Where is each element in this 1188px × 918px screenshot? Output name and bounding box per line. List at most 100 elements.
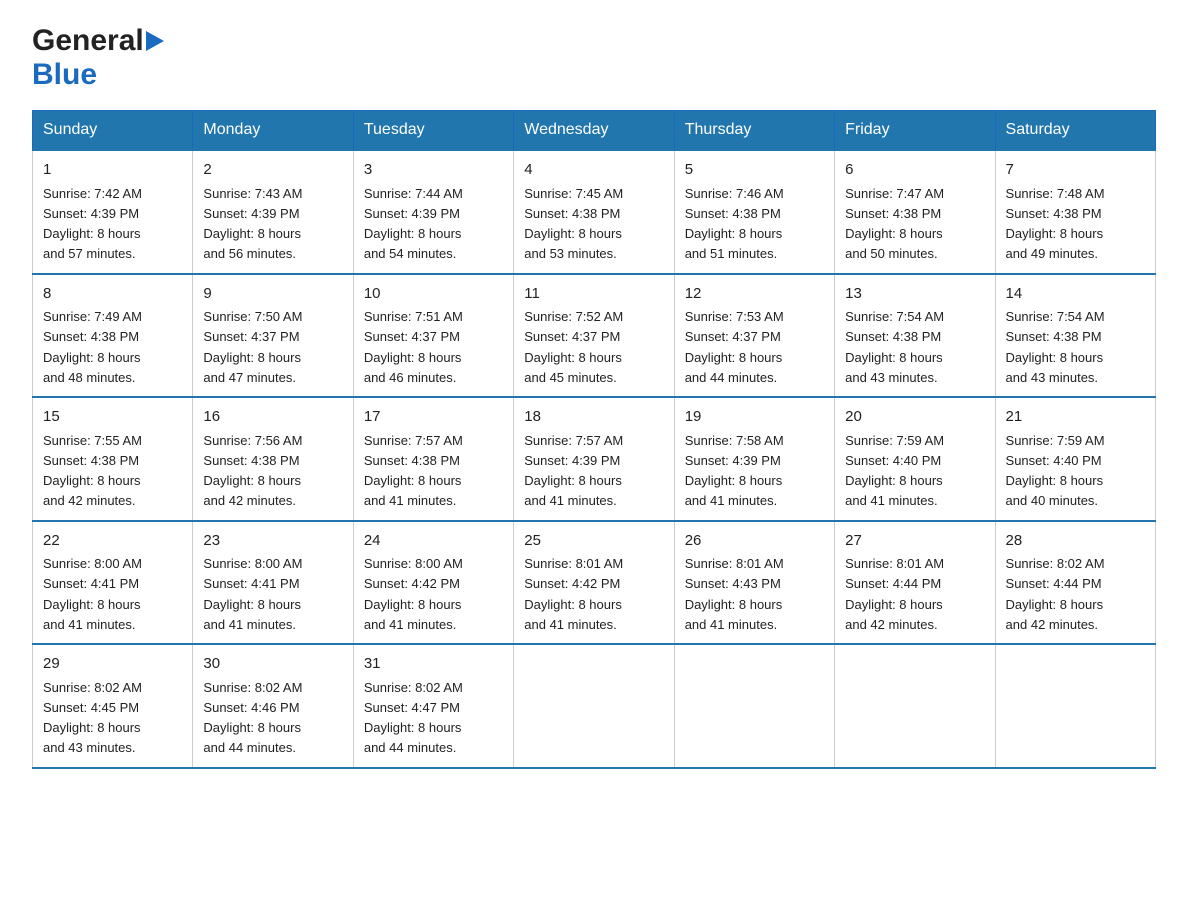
- calendar-cell: 18 Sunrise: 7:57 AMSunset: 4:39 PMDaylig…: [514, 397, 674, 521]
- day-number: 9: [203, 283, 342, 306]
- day-info: Sunrise: 8:00 AMSunset: 4:41 PMDaylight:…: [203, 556, 302, 632]
- calendar-cell: 22 Sunrise: 8:00 AMSunset: 4:41 PMDaylig…: [33, 521, 193, 645]
- day-number: 7: [1006, 159, 1145, 182]
- day-info: Sunrise: 7:42 AMSunset: 4:39 PMDaylight:…: [43, 186, 142, 262]
- day-number: 2: [203, 159, 342, 182]
- calendar-cell: 28 Sunrise: 8:02 AMSunset: 4:44 PMDaylig…: [995, 521, 1155, 645]
- day-info: Sunrise: 8:02 AMSunset: 4:46 PMDaylight:…: [203, 680, 302, 756]
- day-number: 20: [845, 406, 984, 429]
- calendar-cell: 23 Sunrise: 8:00 AMSunset: 4:41 PMDaylig…: [193, 521, 353, 645]
- day-info: Sunrise: 8:02 AMSunset: 4:44 PMDaylight:…: [1006, 556, 1105, 632]
- col-header-monday: Monday: [193, 111, 353, 151]
- day-info: Sunrise: 7:54 AMSunset: 4:38 PMDaylight:…: [845, 309, 944, 385]
- calendar-cell: [995, 644, 1155, 768]
- day-number: 4: [524, 159, 663, 182]
- day-info: Sunrise: 8:02 AMSunset: 4:45 PMDaylight:…: [43, 680, 142, 756]
- day-info: Sunrise: 7:55 AMSunset: 4:38 PMDaylight:…: [43, 433, 142, 509]
- calendar-cell: 26 Sunrise: 8:01 AMSunset: 4:43 PMDaylig…: [674, 521, 834, 645]
- calendar-week-row: 1 Sunrise: 7:42 AMSunset: 4:39 PMDayligh…: [33, 150, 1156, 274]
- day-number: 10: [364, 283, 503, 306]
- day-info: Sunrise: 7:46 AMSunset: 4:38 PMDaylight:…: [685, 186, 784, 262]
- calendar-table: SundayMondayTuesdayWednesdayThursdayFrid…: [32, 110, 1156, 769]
- day-number: 18: [524, 406, 663, 429]
- day-number: 5: [685, 159, 824, 182]
- calendar-cell: 25 Sunrise: 8:01 AMSunset: 4:42 PMDaylig…: [514, 521, 674, 645]
- day-info: Sunrise: 7:50 AMSunset: 4:37 PMDaylight:…: [203, 309, 302, 385]
- calendar-cell: 12 Sunrise: 7:53 AMSunset: 4:37 PMDaylig…: [674, 274, 834, 398]
- logo-blue-text: Blue: [32, 58, 97, 91]
- calendar-cell: [514, 644, 674, 768]
- calendar-cell: 16 Sunrise: 7:56 AMSunset: 4:38 PMDaylig…: [193, 397, 353, 521]
- calendar-cell: 7 Sunrise: 7:48 AMSunset: 4:38 PMDayligh…: [995, 150, 1155, 274]
- day-info: Sunrise: 8:00 AMSunset: 4:41 PMDaylight:…: [43, 556, 142, 632]
- day-info: Sunrise: 7:45 AMSunset: 4:38 PMDaylight:…: [524, 186, 623, 262]
- day-info: Sunrise: 8:01 AMSunset: 4:43 PMDaylight:…: [685, 556, 784, 632]
- day-number: 8: [43, 283, 182, 306]
- page-header: General Blue: [32, 24, 1156, 92]
- day-number: 30: [203, 653, 342, 676]
- day-info: Sunrise: 8:02 AMSunset: 4:47 PMDaylight:…: [364, 680, 463, 756]
- day-info: Sunrise: 7:49 AMSunset: 4:38 PMDaylight:…: [43, 309, 142, 385]
- calendar-week-row: 15 Sunrise: 7:55 AMSunset: 4:38 PMDaylig…: [33, 397, 1156, 521]
- calendar-cell: 31 Sunrise: 8:02 AMSunset: 4:47 PMDaylig…: [353, 644, 513, 768]
- day-info: Sunrise: 7:57 AMSunset: 4:39 PMDaylight:…: [524, 433, 623, 509]
- day-info: Sunrise: 8:00 AMSunset: 4:42 PMDaylight:…: [364, 556, 463, 632]
- col-header-thursday: Thursday: [674, 111, 834, 151]
- col-header-tuesday: Tuesday: [353, 111, 513, 151]
- day-number: 3: [364, 159, 503, 182]
- calendar-cell: 13 Sunrise: 7:54 AMSunset: 4:38 PMDaylig…: [835, 274, 995, 398]
- calendar-cell: 17 Sunrise: 7:57 AMSunset: 4:38 PMDaylig…: [353, 397, 513, 521]
- calendar-cell: 14 Sunrise: 7:54 AMSunset: 4:38 PMDaylig…: [995, 274, 1155, 398]
- calendar-cell: 20 Sunrise: 7:59 AMSunset: 4:40 PMDaylig…: [835, 397, 995, 521]
- calendar-cell: [674, 644, 834, 768]
- col-header-wednesday: Wednesday: [514, 111, 674, 151]
- calendar-cell: 6 Sunrise: 7:47 AMSunset: 4:38 PMDayligh…: [835, 150, 995, 274]
- day-number: 13: [845, 283, 984, 306]
- logo: General Blue: [32, 24, 164, 92]
- day-info: Sunrise: 7:53 AMSunset: 4:37 PMDaylight:…: [685, 309, 784, 385]
- day-info: Sunrise: 7:58 AMSunset: 4:39 PMDaylight:…: [685, 433, 784, 509]
- calendar-cell: 27 Sunrise: 8:01 AMSunset: 4:44 PMDaylig…: [835, 521, 995, 645]
- day-info: Sunrise: 7:44 AMSunset: 4:39 PMDaylight:…: [364, 186, 463, 262]
- calendar-cell: 8 Sunrise: 7:49 AMSunset: 4:38 PMDayligh…: [33, 274, 193, 398]
- col-header-sunday: Sunday: [33, 111, 193, 151]
- col-header-saturday: Saturday: [995, 111, 1155, 151]
- calendar-cell: 5 Sunrise: 7:46 AMSunset: 4:38 PMDayligh…: [674, 150, 834, 274]
- calendar-cell: 3 Sunrise: 7:44 AMSunset: 4:39 PMDayligh…: [353, 150, 513, 274]
- calendar-cell: 29 Sunrise: 8:02 AMSunset: 4:45 PMDaylig…: [33, 644, 193, 768]
- logo-arrow-icon: [146, 31, 164, 51]
- day-number: 15: [43, 406, 182, 429]
- day-info: Sunrise: 8:01 AMSunset: 4:42 PMDaylight:…: [524, 556, 623, 632]
- day-info: Sunrise: 7:43 AMSunset: 4:39 PMDaylight:…: [203, 186, 302, 262]
- calendar-cell: 2 Sunrise: 7:43 AMSunset: 4:39 PMDayligh…: [193, 150, 353, 274]
- calendar-cell: 1 Sunrise: 7:42 AMSunset: 4:39 PMDayligh…: [33, 150, 193, 274]
- calendar-cell: 24 Sunrise: 8:00 AMSunset: 4:42 PMDaylig…: [353, 521, 513, 645]
- calendar-cell: 30 Sunrise: 8:02 AMSunset: 4:46 PMDaylig…: [193, 644, 353, 768]
- day-number: 24: [364, 530, 503, 553]
- day-info: Sunrise: 7:59 AMSunset: 4:40 PMDaylight:…: [845, 433, 944, 509]
- day-info: Sunrise: 7:54 AMSunset: 4:38 PMDaylight:…: [1006, 309, 1105, 385]
- calendar-cell: 21 Sunrise: 7:59 AMSunset: 4:40 PMDaylig…: [995, 397, 1155, 521]
- day-number: 1: [43, 159, 182, 182]
- day-number: 22: [43, 530, 182, 553]
- calendar-cell: 11 Sunrise: 7:52 AMSunset: 4:37 PMDaylig…: [514, 274, 674, 398]
- day-number: 29: [43, 653, 182, 676]
- day-info: Sunrise: 7:52 AMSunset: 4:37 PMDaylight:…: [524, 309, 623, 385]
- calendar-cell: 19 Sunrise: 7:58 AMSunset: 4:39 PMDaylig…: [674, 397, 834, 521]
- calendar-cell: 9 Sunrise: 7:50 AMSunset: 4:37 PMDayligh…: [193, 274, 353, 398]
- day-number: 17: [364, 406, 503, 429]
- calendar-week-row: 8 Sunrise: 7:49 AMSunset: 4:38 PMDayligh…: [33, 274, 1156, 398]
- calendar-cell: [835, 644, 995, 768]
- day-info: Sunrise: 7:59 AMSunset: 4:40 PMDaylight:…: [1006, 433, 1105, 509]
- calendar-cell: 15 Sunrise: 7:55 AMSunset: 4:38 PMDaylig…: [33, 397, 193, 521]
- day-info: Sunrise: 8:01 AMSunset: 4:44 PMDaylight:…: [845, 556, 944, 632]
- day-info: Sunrise: 7:48 AMSunset: 4:38 PMDaylight:…: [1006, 186, 1105, 262]
- day-number: 16: [203, 406, 342, 429]
- day-number: 23: [203, 530, 342, 553]
- day-info: Sunrise: 7:56 AMSunset: 4:38 PMDaylight:…: [203, 433, 302, 509]
- col-header-friday: Friday: [835, 111, 995, 151]
- day-number: 26: [685, 530, 824, 553]
- calendar-week-row: 22 Sunrise: 8:00 AMSunset: 4:41 PMDaylig…: [33, 521, 1156, 645]
- calendar-cell: 10 Sunrise: 7:51 AMSunset: 4:37 PMDaylig…: [353, 274, 513, 398]
- calendar-cell: 4 Sunrise: 7:45 AMSunset: 4:38 PMDayligh…: [514, 150, 674, 274]
